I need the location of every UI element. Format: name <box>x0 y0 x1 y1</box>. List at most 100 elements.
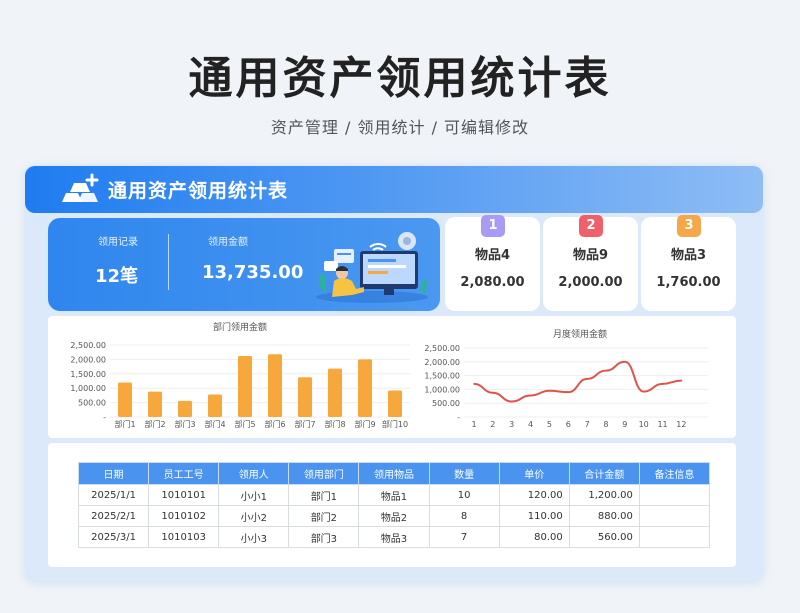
y-tick-label: 2,000.00 <box>70 355 106 364</box>
banner-title: 通用资产领用统计表 <box>108 180 289 202</box>
x-tick-label: 部门1 <box>114 419 135 429</box>
table-cell[interactable]: 8 <box>428 505 500 527</box>
table-cell[interactable]: 2025/1/1 <box>77 484 150 506</box>
table-cell[interactable]: 2025/2/1 <box>77 505 150 527</box>
data-point <box>529 394 532 397</box>
rank-card-1: 1 物品4 2,080.00 <box>445 215 540 311</box>
rank-badge: 3 <box>677 215 701 237</box>
rank-item-value: 2,080.00 <box>460 275 525 290</box>
x-tick-label: 11 <box>657 420 667 429</box>
table-header-row: 日期 员工工号 领用人 领用部门 领用物品 数量 单价 合计金额 备注信息 <box>77 462 711 485</box>
x-tick-label: 12 <box>676 420 686 429</box>
table-cell[interactable]: 10 <box>428 484 500 506</box>
amount-value: 13,735.00 <box>202 262 304 283</box>
x-tick-label: 部门5 <box>234 419 255 429</box>
y-tick-label: 2,000.00 <box>424 358 460 367</box>
x-tick-label: 部门6 <box>264 419 285 429</box>
data-point <box>473 383 475 385</box>
x-tick-label: 5 <box>547 420 552 429</box>
column-header: 领用人 <box>218 462 290 485</box>
breadcrumb: 资产管理 / 领用统计 / 可编辑修改 <box>270 118 530 137</box>
table-cell[interactable]: 部门2 <box>288 505 360 527</box>
rank-item-value: 1,760.00 <box>656 275 721 290</box>
table-cell[interactable]: 7 <box>428 526 500 548</box>
column-header: 合计金额 <box>568 462 640 485</box>
data-point <box>492 391 494 394</box>
table-cell[interactable] <box>638 505 711 527</box>
rank-badge: 1 <box>481 215 505 237</box>
column-header: 领用部门 <box>288 462 360 485</box>
bar <box>358 359 372 417</box>
x-tick-label: 10 <box>639 420 649 429</box>
y-tick-label: - <box>457 413 460 422</box>
gold-bars-icon <box>62 173 99 202</box>
y-tick-label: - <box>103 413 106 422</box>
data-point <box>586 378 588 380</box>
data-point <box>510 400 513 403</box>
table-cell[interactable]: 小小1 <box>218 484 290 506</box>
table-cell[interactable]: 小小3 <box>218 526 290 548</box>
rank-card-2: 2 物品9 2,000.00 <box>543 215 638 311</box>
table-cell[interactable]: 部门1 <box>288 484 360 506</box>
rank-card-3: 3 物品3 1,760.00 <box>641 215 736 311</box>
table-cell[interactable]: 110.00 <box>498 505 570 527</box>
column-header: 备注信息 <box>638 462 711 485</box>
rank-item-name: 物品9 <box>572 248 609 263</box>
x-tick-label: 部门4 <box>204 419 225 429</box>
table-cell[interactable]: 80.00 <box>498 526 570 548</box>
office-worker-illustration <box>316 232 428 303</box>
column-header: 员工工号 <box>148 462 220 485</box>
y-tick-label: 2,500.00 <box>70 341 106 350</box>
bar <box>268 354 282 417</box>
y-tick-label: 1,500.00 <box>70 370 106 379</box>
column-header: 数量 <box>428 462 500 485</box>
table-cell[interactable]: 120.00 <box>498 484 570 506</box>
table-cell[interactable]: 560.00 <box>568 526 640 548</box>
table-cell[interactable] <box>638 484 711 506</box>
x-tick-label: 9 <box>622 420 627 429</box>
table-cell[interactable]: 物品3 <box>358 526 430 548</box>
x-tick-label: 部门8 <box>324 419 345 429</box>
table-cell[interactable]: 物品1 <box>358 484 430 506</box>
table-cell[interactable]: 小小2 <box>218 505 290 527</box>
bar <box>208 394 222 417</box>
y-tick-label: 1,000.00 <box>70 384 106 393</box>
table-cell[interactable]: 1010101 <box>148 484 220 506</box>
data-point <box>548 389 551 392</box>
x-tick-label: 部门7 <box>294 419 315 429</box>
x-tick-label: 2 <box>490 420 495 429</box>
y-tick-label: 500.00 <box>78 399 106 408</box>
rank-item-name: 物品3 <box>670 248 707 263</box>
rank-badge: 2 <box>579 215 603 237</box>
bar <box>298 377 312 417</box>
column-header: 单价 <box>498 462 570 485</box>
records-table: 日期 员工工号 领用人 领用部门 领用物品 数量 单价 合计金额 备注信息 20… <box>77 462 711 548</box>
table-row: 2025/1/1 1010101 小小1 部门1 物品1 10 120.00 1… <box>77 484 711 506</box>
table-cell[interactable]: 部门3 <box>288 526 360 548</box>
table-row: 2025/3/1 1010103 小小3 部门3 物品3 7 80.00 560… <box>77 526 711 548</box>
y-tick-label: 2,500.00 <box>424 344 460 353</box>
data-point <box>605 369 607 372</box>
table-cell[interactable]: 1010103 <box>148 526 220 548</box>
summary-divider <box>168 234 169 290</box>
table-cell[interactable]: 1,200.00 <box>568 484 640 506</box>
x-tick-label: 3 <box>509 420 514 429</box>
amount-label: 领用金额 <box>208 237 248 248</box>
table-cell[interactable]: 880.00 <box>568 505 640 527</box>
table-cell[interactable]: 1010102 <box>148 505 220 527</box>
y-tick-label: 1,500.00 <box>424 372 460 381</box>
x-tick-label: 4 <box>528 420 533 429</box>
bar <box>388 390 402 417</box>
table-cell[interactable]: 2025/3/1 <box>77 526 150 548</box>
x-tick-label: 部门10 <box>382 419 408 429</box>
data-point <box>661 383 664 385</box>
data-point <box>567 391 570 393</box>
x-tick-label: 部门2 <box>144 419 165 429</box>
table-cell[interactable] <box>638 526 711 548</box>
records-value: 12笔 <box>95 266 139 287</box>
y-tick-label: 1,000.00 <box>424 385 460 394</box>
records-label: 领用记录 <box>98 237 138 248</box>
table-cell[interactable]: 物品2 <box>358 505 430 527</box>
x-tick-label: 7 <box>585 420 590 429</box>
x-tick-label: 6 <box>566 420 571 429</box>
